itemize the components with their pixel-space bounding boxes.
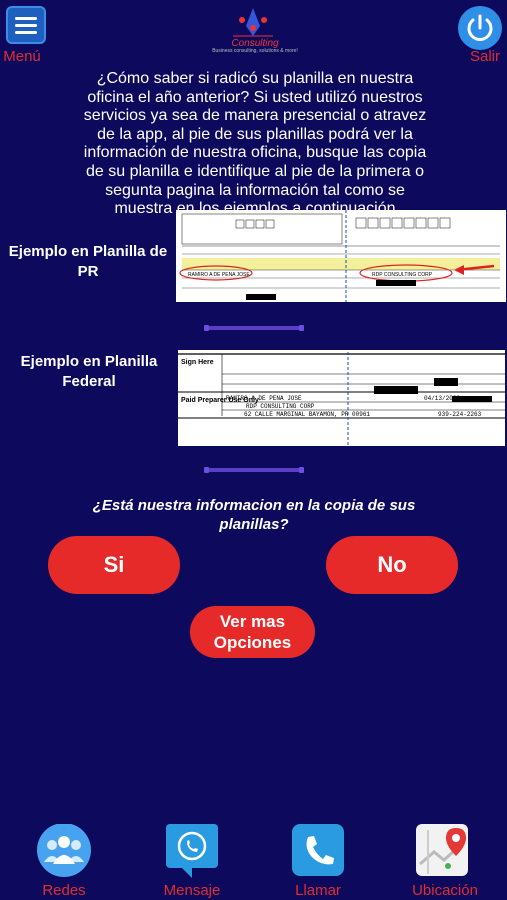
federal-address: 62 CALLE MARGINAL BAYAMON, PR 00961	[244, 411, 370, 418]
pr-example-label: Ejemplo en Planilla de PR	[8, 243, 168, 280]
power-icon	[467, 14, 493, 41]
menu-icon-bar	[15, 24, 37, 27]
federal-example-label: Ejemplo en Planilla Federal	[20, 353, 158, 390]
question-text: ¿Está nuestra informacion en la copia de…	[92, 497, 416, 533]
logo-subtitle: Business consulting, solutions & more!	[212, 48, 298, 54]
divider-end	[204, 325, 209, 331]
whatsapp-icon	[166, 824, 218, 878]
federal-sign-here: Sign Here	[181, 359, 214, 366]
federal-date: 04/13/2022	[424, 395, 460, 402]
federal-example-image: Sign Here Paid Preparer Use Only RAMIRO …	[178, 350, 505, 446]
menu-label[interactable]: Menú	[0, 48, 44, 65]
pr-firm-name: RDP CONSULTING CORP	[372, 272, 433, 278]
section-divider	[204, 467, 304, 473]
section-divider	[204, 325, 304, 331]
nav-mensaje-button[interactable]	[164, 824, 220, 878]
logout-label[interactable]: Salir	[470, 48, 500, 65]
nav-llamar-button[interactable]	[290, 824, 346, 878]
divider-end	[204, 467, 209, 473]
nav-redes-label[interactable]: Redes	[26, 882, 102, 899]
menu-icon	[15, 17, 37, 20]
intro-text: ¿Cómo saber si radicó su planilla en nue…	[83, 70, 427, 218]
people-icon	[37, 823, 91, 877]
divider-end	[299, 467, 304, 473]
federal-firm-name: RDP CONSULTING CORP	[246, 403, 315, 410]
nav-mensaje-label[interactable]: Mensaje	[150, 882, 234, 899]
nav-redes-button[interactable]	[36, 823, 92, 878]
federal-phone: 939-224-2263	[438, 411, 482, 418]
federal-preparer-name: RAMIRO A DE PENA JOSE	[226, 395, 302, 402]
more-options-button[interactable]: Ver mas Opciones	[190, 606, 315, 658]
menu-icon-bar	[15, 31, 37, 34]
no-button[interactable]: No	[326, 536, 458, 594]
pr-example-image: RAMIRO A DE PENA JOSE RDP CONSULTING COR…	[176, 210, 506, 302]
divider-end	[299, 325, 304, 331]
nav-ubicacion-button[interactable]	[414, 824, 470, 878]
yes-button[interactable]: Si	[48, 536, 180, 594]
pr-preparer-name: RAMIRO A DE PENA JOSE	[188, 272, 250, 278]
map-pin-icon	[416, 824, 468, 876]
nav-llamar-label[interactable]: Llamar	[280, 882, 356, 899]
more-options-label: Ver mas Opciones	[213, 612, 292, 652]
nav-ubicacion-label[interactable]: Ubicación	[400, 882, 490, 899]
logout-button[interactable]	[458, 6, 502, 50]
menu-button[interactable]	[6, 6, 46, 44]
phone-icon	[292, 824, 344, 876]
